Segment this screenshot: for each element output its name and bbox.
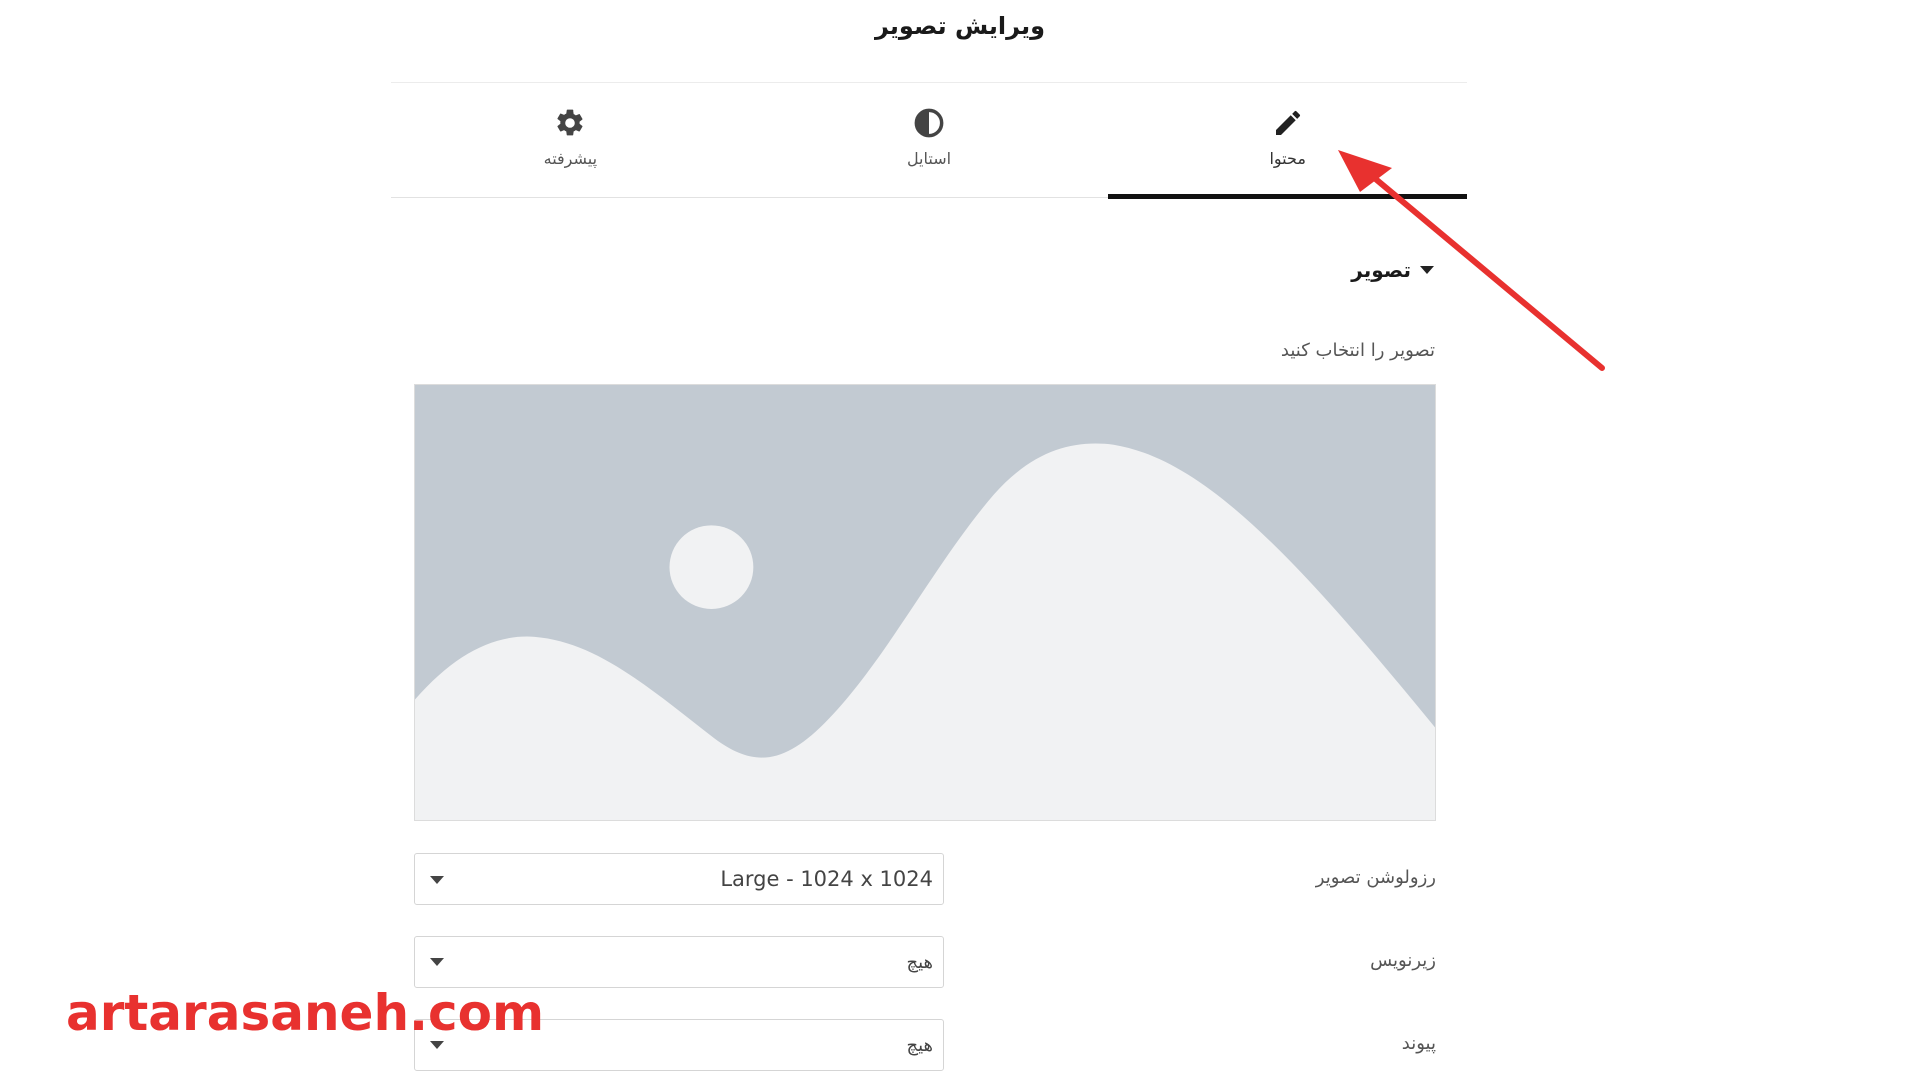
choose-image-label: تصویر را انتخاب کنید [1280, 340, 1435, 361]
link-row: پیوند هیچ [414, 1019, 1436, 1073]
half-circle-contrast-icon [914, 108, 944, 138]
image-placeholder-icon [415, 385, 1435, 820]
resolution-select[interactable]: Large - 1024 x 1024 [414, 853, 944, 905]
image-picker[interactable] [414, 384, 1436, 821]
watermark-text: artarasaneh.com [66, 984, 545, 1042]
tab-advanced[interactable]: پیشرفته [391, 83, 750, 197]
caret-down-icon [1420, 266, 1434, 274]
image-editor-page: ویرایش تصویر پیشرفته استایل محتوا تصویر [0, 0, 1920, 1080]
tab-style-label: استایل [906, 149, 952, 168]
tab-style[interactable]: استایل [750, 83, 1109, 197]
tab-content-label: محتوا [1269, 149, 1306, 168]
caption-row: زیرنویس هیچ [414, 936, 1436, 990]
chevron-down-icon [430, 876, 444, 884]
caption-label: زیرنویس [1370, 950, 1436, 971]
caption-select[interactable]: هیچ [414, 936, 944, 988]
link-label: پیوند [1401, 1033, 1436, 1054]
caption-value: هیچ [906, 952, 933, 973]
chevron-down-icon [430, 958, 444, 966]
image-section-toggle[interactable]: تصویر [1351, 258, 1435, 282]
section-heading: تصویر [1351, 258, 1411, 282]
pencil-icon [1275, 110, 1300, 135]
tab-advanced-label: پیشرفته [543, 149, 598, 168]
tab-bar: پیشرفته استایل محتوا [391, 82, 1467, 199]
page-title: ویرایش تصویر [874, 12, 1046, 40]
resolution-row: رزولوشن تصویر Large - 1024 x 1024 [414, 853, 1436, 907]
resolution-value: Large - 1024 x 1024 [720, 867, 933, 891]
tab-content[interactable]: محتوا [1108, 83, 1467, 199]
gear-icon [557, 109, 583, 136]
link-value: هیچ [906, 1035, 933, 1056]
resolution-label: رزولوشن تصویر [1315, 867, 1436, 888]
